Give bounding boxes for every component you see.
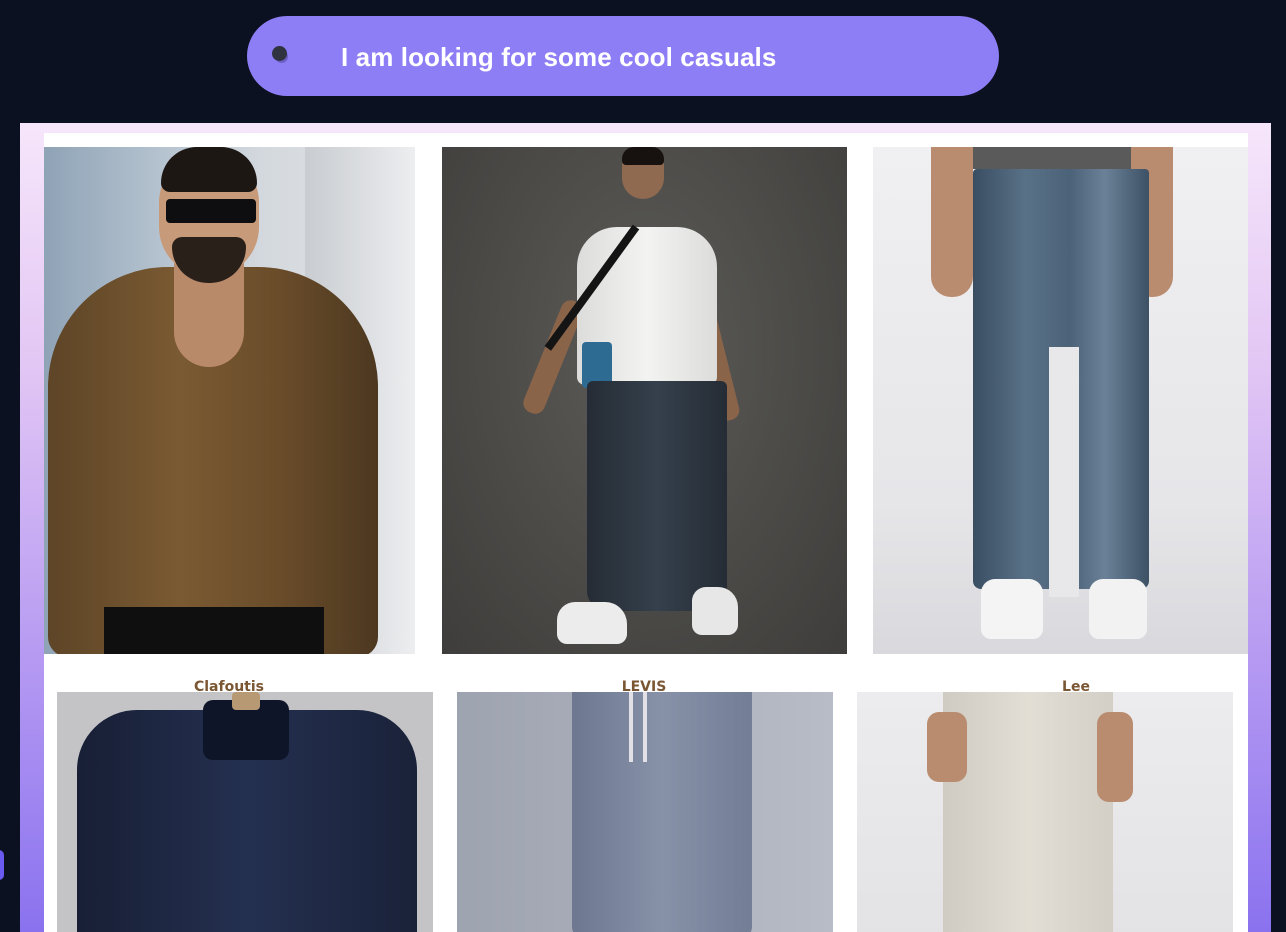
sneaker-shape bbox=[1089, 579, 1147, 639]
side-handle bbox=[0, 850, 4, 880]
results-grid: Clafoutis LEVIS Lee bbox=[44, 133, 1248, 932]
search-query-text[interactable]: I am looking for some cool casuals bbox=[341, 42, 776, 73]
hand-shape bbox=[1097, 712, 1133, 802]
shirt-shape bbox=[963, 147, 1138, 169]
mic-dot-icon[interactable] bbox=[272, 46, 287, 61]
product-image-grey-pants[interactable] bbox=[457, 692, 833, 932]
sunglasses-shape bbox=[166, 199, 256, 223]
hand-shape bbox=[927, 712, 967, 782]
hair-shape bbox=[161, 147, 257, 192]
hanger-shape bbox=[232, 692, 260, 710]
hair-shape bbox=[622, 147, 664, 165]
pants-shape bbox=[943, 692, 1113, 932]
sneaker-shape bbox=[981, 579, 1043, 639]
product-image-lee[interactable] bbox=[873, 147, 1248, 654]
product-image-navy-shirt[interactable] bbox=[57, 692, 433, 932]
pants-shape bbox=[104, 607, 324, 654]
product-image-beige-pants[interactable] bbox=[857, 692, 1233, 932]
drawstring-shape bbox=[643, 692, 647, 762]
arm-shape bbox=[931, 147, 973, 297]
sneaker-shape bbox=[692, 587, 738, 635]
product-image-clafoutis[interactable] bbox=[44, 147, 415, 654]
leg-gap-shape bbox=[1049, 347, 1079, 597]
pants-shape bbox=[572, 692, 752, 932]
jeans-shape bbox=[587, 381, 727, 611]
product-image-levis[interactable] bbox=[442, 147, 847, 654]
results-panel: Clafoutis LEVIS Lee bbox=[20, 123, 1271, 932]
app-root: I am looking for some cool casuals Clafo… bbox=[0, 0, 1286, 932]
sneaker-shape bbox=[557, 602, 627, 644]
drawstring-shape bbox=[629, 692, 633, 762]
